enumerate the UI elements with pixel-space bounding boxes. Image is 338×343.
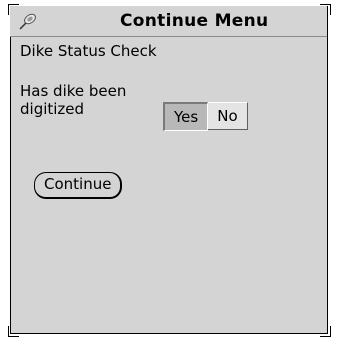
yes-choice-button[interactable]: Yes <box>163 102 209 131</box>
right-border <box>327 6 328 334</box>
window-title: Continue Menu <box>120 11 269 31</box>
title-bar[interactable]: Continue Menu <box>10 6 328 37</box>
section-heading: Dike Status Check <box>20 42 157 60</box>
pushpin-icon[interactable] <box>18 11 38 31</box>
left-border <box>10 37 11 334</box>
bottom-border <box>10 333 328 334</box>
resize-corner-bottom-right[interactable] <box>320 326 331 337</box>
question-label: Has dike been digitized <box>20 82 127 118</box>
no-choice-button[interactable]: No <box>208 102 248 130</box>
continue-menu-window: Continue Menu Dike Status Check Has dike… <box>0 0 338 343</box>
continue-button[interactable]: Continue <box>34 172 123 199</box>
digitized-choice-group: Yes No <box>163 102 248 131</box>
